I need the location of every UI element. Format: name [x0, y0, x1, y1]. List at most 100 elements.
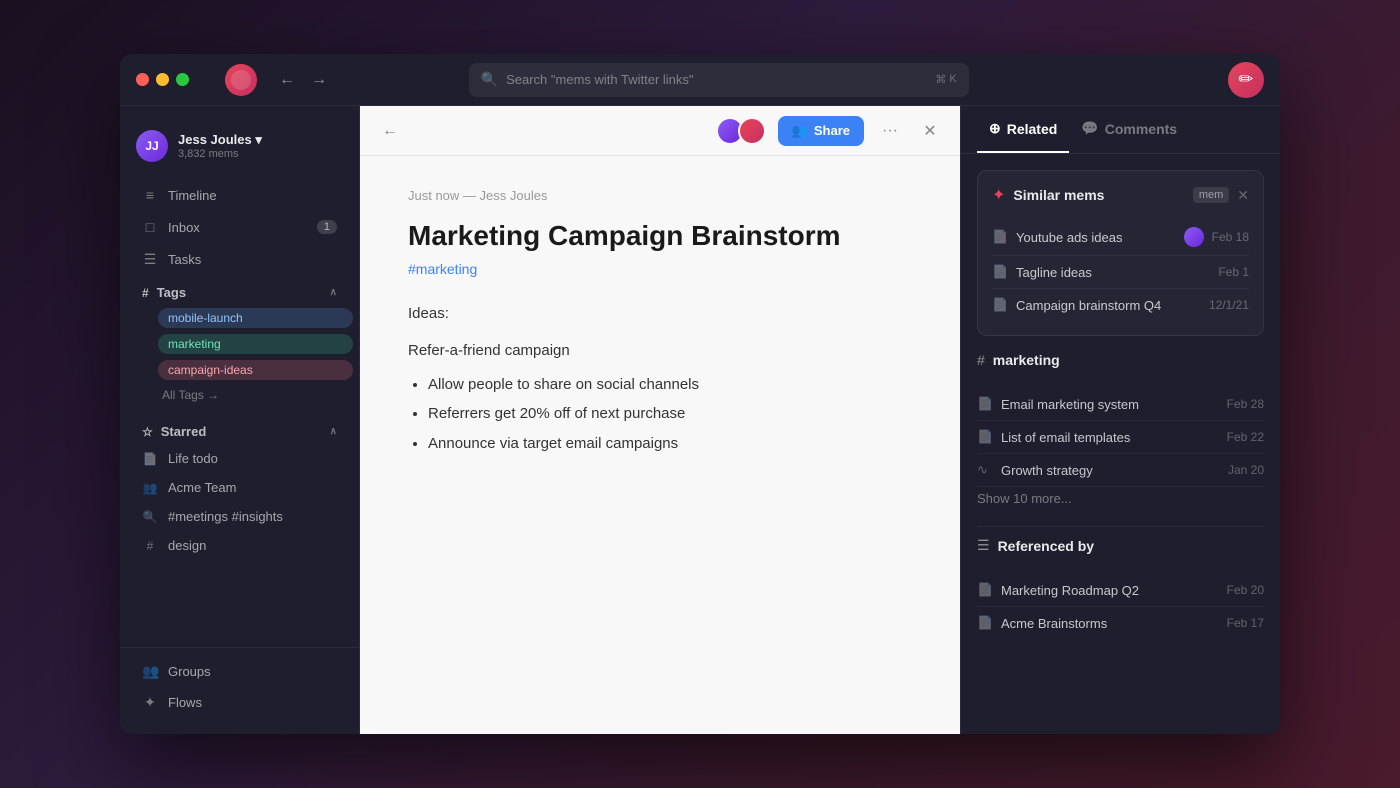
tag-marketing[interactable]: marketing	[158, 334, 353, 354]
sidebar-item-label: Tasks	[168, 252, 337, 267]
compose-icon: ✏	[1238, 69, 1253, 90]
tags-section-header[interactable]: # Tags ∧	[126, 277, 353, 304]
starred-section-header[interactable]: ☆ Starred ∧	[126, 416, 353, 443]
doc-avatars	[716, 117, 766, 145]
flows-icon: ✦	[142, 694, 158, 711]
similar-mem-item[interactable]: 📄 Tagline ideas Feb 1	[992, 256, 1249, 289]
sidebar: JJ Jess Joules ▾ 3,832 mems ≡ Timeline	[120, 106, 360, 734]
sidebar-item-tasks[interactable]: ☰ Tasks	[126, 244, 353, 275]
doc-more-button[interactable]: ···	[876, 117, 904, 145]
starred-item-acme-team[interactable]: 👥 Acme Team	[126, 474, 353, 501]
sidebar-item-inbox[interactable]: □ Inbox 1	[126, 212, 353, 242]
tab-related[interactable]: ⊕ Related	[977, 106, 1069, 153]
similar-mems-title: Similar mems	[1013, 187, 1184, 203]
close-button[interactable]	[136, 73, 149, 86]
user-avatar: JJ	[136, 130, 168, 162]
starred-item-label: #meetings #insights	[168, 509, 283, 524]
doc-icon: 📄	[977, 615, 993, 631]
document-panel: ← 👥 Share ··· ✕ Just now — Jes	[360, 106, 960, 734]
related-icon: ⊕	[989, 120, 1001, 137]
doc-icon: 📄	[977, 429, 993, 445]
referenced-by-section: ☰ Referenced by 📄 Marketing Roadmap Q2 F…	[977, 526, 1264, 639]
content-area: ← 👥 Share ··· ✕ Just now — Jes	[360, 106, 1280, 734]
growth-strategy-icon: ∿	[977, 462, 993, 478]
chevron-icon: ∧	[330, 287, 337, 298]
doc-icon: 📄	[992, 229, 1008, 245]
card-header: ✦ Similar mems mem ✕	[992, 185, 1249, 205]
star-icon: ☆	[142, 425, 153, 439]
similar-mems-card: ✦ Similar mems mem ✕ 📄 Youtube ads ideas…	[977, 170, 1264, 336]
titlebar: ← → 🔍 Search "mems with Twitter links" ⌘…	[120, 54, 1280, 106]
related-mem-item[interactable]: 📄 List of email templates Feb 22	[977, 421, 1264, 454]
user-section: JJ Jess Joules ▾ 3,832 mems	[120, 122, 359, 178]
mem-date: Feb 1	[1218, 265, 1249, 279]
search-icon: 🔍	[142, 510, 158, 524]
back-button[interactable]: ←	[273, 66, 301, 94]
doc-close-button[interactable]: ✕	[916, 117, 944, 145]
card-close-button[interactable]: ✕	[1237, 187, 1249, 204]
starred-item-label: design	[168, 538, 206, 553]
doc-avatar-2	[738, 117, 766, 145]
doc-meta: Just now — Jess Joules	[408, 188, 912, 203]
forward-button[interactable]: →	[305, 66, 333, 94]
doc-icon: 📄	[977, 396, 993, 412]
starred-item-label: Acme Team	[168, 480, 236, 495]
comments-icon: 💬	[1081, 120, 1098, 137]
tab-comments[interactable]: 💬 Comments	[1069, 106, 1189, 153]
starred-label: Starred	[161, 424, 207, 439]
mem-title: Growth strategy	[1001, 463, 1220, 478]
fullscreen-button[interactable]	[176, 73, 189, 86]
share-button[interactable]: 👥 Share	[778, 116, 864, 146]
doc-icon: 📄	[977, 582, 993, 598]
related-mem-item[interactable]: ∿ Growth strategy Jan 20	[977, 454, 1264, 487]
tag-section-title: marketing	[993, 352, 1060, 368]
app-logo	[225, 64, 257, 96]
similar-mem-item[interactable]: 📄 Campaign brainstorm Q4 12/1/21	[992, 289, 1249, 321]
sidebar-item-label: Groups	[168, 664, 337, 679]
nav-arrows: ← →	[273, 66, 333, 94]
sidebar-footer: 👥 Groups ✦ Flows	[120, 647, 359, 718]
sidebar-item-timeline[interactable]: ≡ Timeline	[126, 180, 353, 210]
hash-icon: #	[142, 286, 149, 300]
user-name[interactable]: Jess Joules ▾	[178, 132, 343, 148]
doc-icon: 📄	[992, 264, 1008, 280]
doc-title[interactable]: Marketing Campaign Brainstorm	[408, 219, 912, 253]
mem-date: 12/1/21	[1209, 298, 1249, 312]
sidebar-item-label: Timeline	[168, 188, 337, 203]
share-label: Share	[814, 123, 850, 138]
starred-item-life-todo[interactable]: 📄 Life todo	[126, 445, 353, 472]
ref-mem-item[interactable]: 📄 Marketing Roadmap Q2 Feb 20	[977, 574, 1264, 607]
starred-item-meetings[interactable]: 🔍 #meetings #insights	[126, 503, 353, 530]
mem-date: Feb 18	[1212, 230, 1249, 244]
campaign-name: Refer-a-friend campaign	[408, 338, 912, 364]
search-bar[interactable]: 🔍 Search "mems with Twitter links" ⌘ K	[469, 63, 969, 97]
compose-button[interactable]: ✏	[1228, 62, 1264, 98]
mem-title: Youtube ads ideas	[1016, 230, 1176, 245]
inbox-badge: 1	[317, 220, 337, 234]
doc-back-button[interactable]: ←	[376, 117, 404, 145]
ref-mem-item[interactable]: 📄 Acme Brainstorms Feb 17	[977, 607, 1264, 639]
mem-title: Marketing Roadmap Q2	[1001, 583, 1219, 598]
all-tags-link[interactable]: All Tags →	[120, 384, 359, 406]
sparkle-icon: ✦	[992, 185, 1005, 205]
marketing-tag-section: # marketing 📄 Email marketing system Feb…	[977, 352, 1264, 510]
starred-item-design[interactable]: # design	[126, 532, 353, 559]
mem-date: Feb 28	[1227, 397, 1264, 411]
desktop-background: ← → 🔍 Search "mems with Twitter links" ⌘…	[0, 0, 1400, 788]
document-content: Just now — Jess Joules Marketing Campaig…	[360, 156, 960, 734]
tag-mobile-launch[interactable]: mobile-launch	[158, 308, 353, 328]
sidebar-item-groups[interactable]: 👥 Groups	[126, 656, 353, 687]
show-more-button[interactable]: Show 10 more...	[977, 487, 1264, 510]
tag-campaign-ideas[interactable]: campaign-ideas	[158, 360, 353, 380]
tag-section-header: # marketing	[977, 352, 1264, 376]
mem-avatar	[1184, 227, 1204, 247]
right-tabs: ⊕ Related 💬 Comments	[961, 106, 1280, 154]
app-window: ← → 🔍 Search "mems with Twitter links" ⌘…	[120, 54, 1280, 734]
doc-body: Ideas: Refer-a-friend campaign Allow peo…	[408, 301, 912, 457]
related-mem-item[interactable]: 📄 Email marketing system Feb 28	[977, 388, 1264, 421]
ref-header: ☰ Referenced by	[977, 526, 1264, 562]
similar-mem-item[interactable]: 📄 Youtube ads ideas Feb 18	[992, 219, 1249, 256]
sidebar-item-flows[interactable]: ✦ Flows	[126, 687, 353, 718]
doc-tag[interactable]: #marketing	[408, 261, 912, 277]
minimize-button[interactable]	[156, 73, 169, 86]
